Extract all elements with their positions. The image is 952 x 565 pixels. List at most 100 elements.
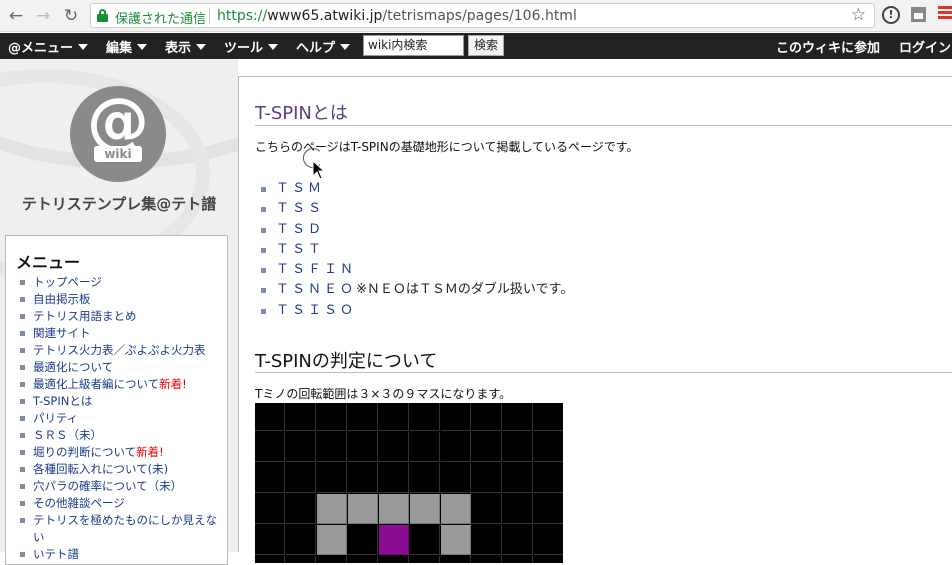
sidebar-item[interactable]: 穴パラの確率について（未）	[20, 478, 225, 495]
tspin-link-item[interactable]: ＴＳＳ	[261, 199, 573, 219]
field-cell	[286, 432, 316, 462]
field-cell	[534, 432, 563, 462]
field-cell	[472, 494, 502, 524]
bookmark-star-icon[interactable]: ☆	[851, 5, 866, 25]
field-cell	[503, 494, 533, 524]
field-cell	[410, 494, 440, 524]
field-cell	[317, 525, 347, 555]
window-extension-icon[interactable]	[911, 7, 926, 22]
field-cell	[410, 403, 440, 431]
field-cell	[410, 463, 440, 493]
new-badge: 新着!	[136, 445, 164, 459]
field-cell	[317, 556, 347, 563]
rotation-text: Tミノの回転範囲は３×３の９マスになります。	[255, 387, 512, 401]
tspin-link-item[interactable]: ＴＳＮＥＯ※ＮＥＯはＴＳＭのダブル扱いです。	[261, 280, 573, 300]
join-wiki-link[interactable]: このウィキに参加	[776, 37, 880, 56]
sidebar-item[interactable]: 各種回転入れについて(未)	[20, 461, 225, 478]
sidebar-item[interactable]: テトリス火力表／ぷよぷよ火力表	[20, 342, 225, 359]
field-cell	[255, 432, 285, 462]
field-cell	[348, 494, 378, 524]
search-button[interactable]: 検索	[468, 35, 504, 56]
field-cell	[255, 494, 285, 524]
tspin-link-item[interactable]: ＴＳＭ	[261, 179, 573, 199]
menu-at-menu[interactable]: @メニュー	[8, 37, 89, 56]
sidebar-item[interactable]: 最適化上級者編について新着!	[20, 376, 225, 393]
field-cell	[441, 403, 471, 431]
field-cell	[534, 463, 563, 493]
site-title[interactable]: テトリステンプレ集@テト譜	[0, 193, 238, 214]
field-cell	[472, 556, 502, 563]
field-cell	[472, 403, 502, 431]
field-cell	[441, 463, 471, 493]
field-cell	[379, 556, 409, 563]
heading-tspin: T-SPINとは	[255, 103, 348, 124]
sidebar-item[interactable]: 自由掲示板	[20, 291, 225, 308]
field-cell	[379, 494, 409, 524]
info-extension-icon[interactable]: !	[882, 6, 900, 24]
reload-icon[interactable]: ↻	[61, 6, 81, 26]
back-icon[interactable]: ←	[6, 6, 26, 26]
sidebar-item[interactable]: 最適化について	[20, 359, 225, 376]
sidebar-item[interactable]: ＳＲＳ（未）	[20, 427, 225, 444]
caret-down-icon	[340, 44, 351, 50]
sidebar-item[interactable]: 堀りの判断について新着!	[20, 444, 225, 461]
tspin-link-item[interactable]: ＴＳＴ	[261, 240, 573, 260]
menu-edit[interactable]: 編集	[106, 37, 148, 56]
menu-tools[interactable]: ツール	[224, 37, 279, 56]
url-text[interactable]: https://www65.atwiki.jp/tetrismaps/pages…	[217, 8, 577, 24]
sidebar-menu-list: トップページ 自由掲示板 テトリス用語まとめ 関連サイト テトリス火力表／ぷよぷ…	[20, 274, 225, 563]
url-divider	[209, 8, 210, 24]
address-bar[interactable]: 保護された通信 https://www65.atwiki.jp/tetrisma…	[90, 3, 875, 28]
field-cell	[503, 556, 533, 563]
menu-extension-icon[interactable]	[938, 6, 952, 24]
menu-help[interactable]: ヘルプ	[296, 37, 351, 56]
caret-down-icon	[137, 44, 148, 50]
field-cell	[317, 432, 347, 462]
tspin-link-item[interactable]: ＴＳＦＩＮ	[261, 260, 573, 280]
field-cell	[286, 403, 316, 431]
sidebar-item-continuation[interactable]: いテト譜	[20, 546, 225, 563]
field-cell	[534, 403, 563, 431]
menu-view[interactable]: 表示	[165, 37, 207, 56]
field-cell	[348, 525, 378, 555]
field-cell	[472, 463, 502, 493]
wiki-search-input[interactable]: wiki内検索	[363, 35, 464, 56]
browser-toolbar: ← → ↻ 保護された通信 https://www65.atwiki.jp/te…	[0, 0, 952, 32]
field-cell	[472, 525, 502, 555]
field-cell	[503, 432, 533, 462]
field-cell	[410, 525, 440, 555]
secure-label: 保護された通信	[115, 12, 207, 27]
field-cell	[317, 463, 347, 493]
tspin-link-item[interactable]: ＴＳＩＳＯ	[261, 301, 573, 321]
login-link[interactable]: ログイン	[899, 37, 951, 56]
field-cell	[286, 494, 316, 524]
field-cell	[441, 525, 471, 555]
tsneo-note: ※ＮＥＯはＴＳＭのダブル扱いです。	[356, 282, 574, 298]
sidebar-item[interactable]: その他雑談ページ	[20, 495, 225, 512]
field-cell	[286, 525, 316, 555]
sidebar-item[interactable]: トップページ	[20, 274, 225, 291]
atwiki-logo[interactable]: @ wiki	[70, 86, 166, 182]
caret-down-icon	[78, 44, 89, 50]
forward-icon[interactable]: →	[33, 6, 53, 26]
tspin-link-item[interactable]: ＴＳＤ	[261, 220, 573, 240]
field-cell	[317, 403, 347, 431]
field-cell	[441, 494, 471, 524]
sidebar-item[interactable]: 関連サイト	[20, 325, 225, 342]
sidebar-item[interactable]: パリティ	[20, 410, 225, 427]
caret-down-icon	[268, 44, 279, 50]
field-cell	[348, 556, 378, 563]
caret-down-icon	[196, 44, 207, 50]
field-cell	[441, 432, 471, 462]
tetris-field-image	[255, 403, 563, 563]
sidebar-item[interactable]: テトリス用語まとめ	[20, 308, 225, 325]
field-cell	[534, 494, 563, 524]
sidebar-item[interactable]: テトリスを極めたものにしか見えない	[20, 512, 225, 546]
field-cell	[255, 403, 285, 431]
heading-tspin-judgement: T-SPINの判定について	[255, 351, 438, 372]
field-cell	[255, 463, 285, 493]
field-cell	[379, 463, 409, 493]
sidebar-item[interactable]: T-SPINとは	[20, 393, 225, 410]
field-cell	[379, 432, 409, 462]
field-cell	[255, 525, 285, 555]
